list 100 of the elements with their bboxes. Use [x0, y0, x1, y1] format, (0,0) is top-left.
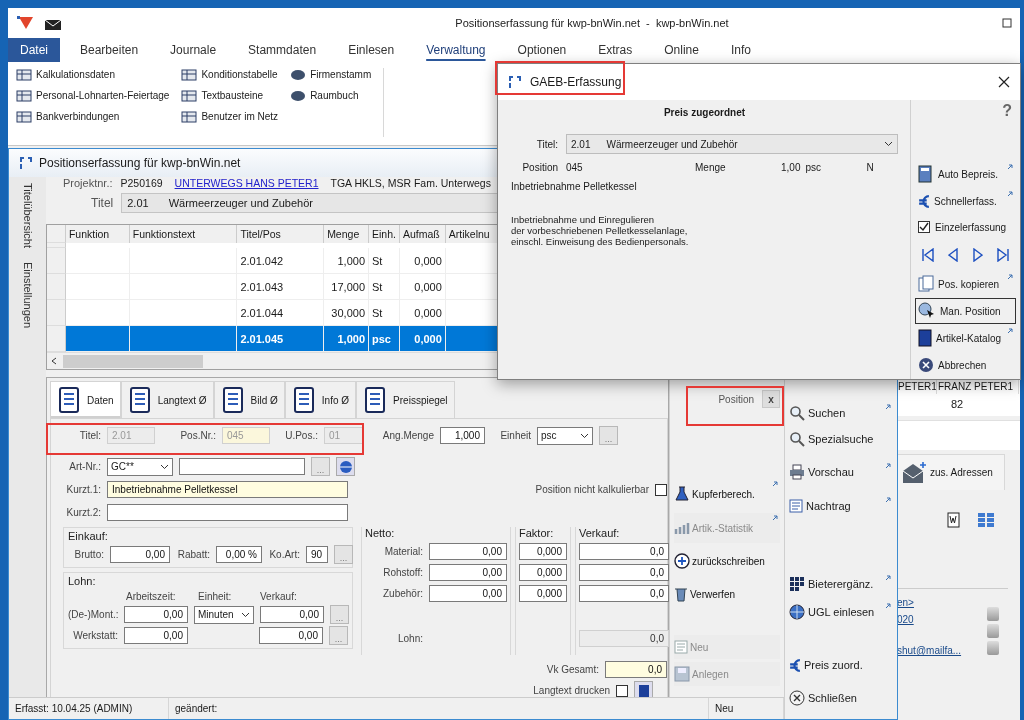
input-field[interactable]	[897, 420, 1020, 450]
form-tab[interactable]: Info Ø	[284, 381, 357, 418]
price-field[interactable]: 0,00	[429, 585, 507, 602]
price-field[interactable]: 0,0	[579, 543, 669, 560]
chevron-left-icon[interactable]	[51, 357, 57, 365]
customer-link[interactable]: UNTERWEGS HANS PETER1	[174, 177, 319, 189]
article-field[interactable]	[179, 458, 305, 475]
ribbon-item[interactable]: Bankverbindungen	[16, 108, 170, 125]
ribbon-item[interactable]: Konditionstabelle	[181, 66, 279, 83]
dialog-button[interactable]: Man. Position	[915, 298, 1016, 324]
more-button[interactable]: ...	[311, 457, 330, 476]
next-icon[interactable]	[972, 248, 983, 262]
ribbon-item[interactable]: Kalkulationsdaten	[16, 66, 170, 83]
price-field[interactable]: 0,00	[110, 546, 170, 563]
title-dropdown[interactable]: 2.01 Wärmeerzeuger und Zubehör	[566, 134, 898, 154]
form-tab[interactable]: Langtext Ø	[120, 381, 214, 418]
menu-tab[interactable]: Bearbeiten	[64, 38, 155, 62]
price-field[interactable]: 0,00	[429, 543, 507, 560]
word-document-icon[interactable]	[947, 512, 963, 528]
ribbon-item[interactable]: Firmenstamm	[290, 66, 372, 83]
globe-button[interactable]	[336, 457, 355, 476]
checkbox[interactable]	[918, 221, 930, 233]
form-tab[interactable]: Daten	[50, 381, 121, 418]
price-field[interactable]: 0,0	[579, 564, 669, 581]
quantity-field[interactable]: 1,000	[440, 427, 485, 444]
position-value: 045	[566, 162, 584, 173]
first-icon[interactable]	[922, 248, 935, 262]
last-icon[interactable]	[996, 248, 1009, 262]
factor-field[interactable]: 0,000	[519, 543, 567, 560]
address-tab[interactable]: zus. Adressen	[897, 454, 1005, 490]
ribbon-item[interactable]: Raumbuch	[290, 87, 372, 104]
form-tab[interactable]: Bild Ø	[213, 381, 285, 418]
command-button[interactable]: Preis zuord.	[789, 654, 893, 676]
more-button[interactable]: ...	[330, 605, 349, 624]
dialog-button[interactable]: Abbrechen	[915, 352, 1016, 378]
dialog-button[interactable]: Pos. kopieren	[915, 271, 1016, 297]
form-tab[interactable]: Preisspiegel	[356, 381, 455, 418]
grid-icon[interactable]	[977, 512, 995, 528]
action-button[interactable]: Kupferberech.	[674, 479, 780, 509]
more-button[interactable]: ...	[329, 626, 348, 645]
total-field[interactable]: 0,0	[605, 661, 667, 678]
field-label: Titel:	[78, 430, 101, 441]
unit-dropdown[interactable]: Minuten	[194, 605, 254, 624]
price-field[interactable]: 0,00	[259, 627, 323, 644]
close-icon	[789, 690, 805, 706]
previous-icon[interactable]	[948, 248, 959, 262]
menu-tab[interactable]: Online	[648, 38, 715, 62]
more-button[interactable]: ...	[599, 426, 618, 445]
action-button[interactable]: zurückschreiben	[674, 546, 780, 576]
menu-tab[interactable]: Journale	[154, 38, 233, 62]
ribbon-item[interactable]: Benutzer im Netz	[181, 108, 279, 125]
price-field[interactable]: 0,0	[579, 585, 669, 602]
cost-type-field[interactable]: 90	[306, 546, 328, 563]
command-button[interactable]: Nachtrag	[789, 495, 893, 517]
help-icon[interactable]: ?	[1002, 102, 1012, 120]
action-button[interactable]: Verwerfen	[674, 579, 780, 609]
menu-tab[interactable]: Stammdaten	[232, 38, 333, 62]
command-button[interactable]: Vorschau	[789, 461, 893, 483]
menu-tab[interactable]: Datei	[8, 38, 60, 62]
checkbox[interactable]	[655, 483, 667, 496]
menu-tab[interactable]: Verwaltung	[410, 38, 502, 62]
short-text-field[interactable]	[107, 504, 348, 521]
article-dropdown[interactable]: GC**	[107, 457, 173, 476]
check-icon	[919, 222, 929, 232]
dialog-button[interactable]: Schnellerfass.	[915, 188, 1016, 214]
dialog-button[interactable]: Auto Bepreis.	[915, 161, 1016, 187]
checkbox[interactable]	[616, 684, 628, 697]
corner-arrow-icon	[1007, 191, 1013, 197]
side-tab[interactable]: Titelübersicht	[21, 183, 34, 248]
command-button[interactable]: Suchen	[789, 402, 893, 424]
command-button[interactable]: Schließen	[789, 687, 893, 709]
command-button[interactable]: Spezialsuche	[789, 428, 893, 450]
price-field[interactable]: 0,0	[579, 630, 669, 647]
restore-icon[interactable]	[1002, 18, 1012, 28]
side-tab[interactable]: Einstellungen	[21, 262, 34, 329]
menu-tab[interactable]: Info	[714, 38, 767, 62]
menu-tab[interactable]: Optionen	[501, 38, 583, 62]
discount-field[interactable]: 0,00 %	[216, 546, 262, 563]
command-button[interactable]: UGL einlesen	[789, 601, 893, 623]
factor-field[interactable]: 0,000	[519, 585, 567, 602]
column-header: Aufmaß	[399, 225, 446, 243]
ribbon-item[interactable]: Textbausteine	[181, 87, 279, 104]
price-field[interactable]: 0,00	[260, 606, 324, 623]
menu-tab[interactable]: Extras	[582, 38, 649, 62]
time-field[interactable]: 0,00	[124, 627, 188, 644]
link[interactable]: shut@mailfa...	[897, 645, 983, 656]
ribbon-item[interactable]: Personal-Lohnarten-Feiertage	[16, 87, 170, 104]
time-field[interactable]: 0,00	[124, 606, 188, 623]
print-settings-button[interactable]	[634, 681, 653, 697]
price-field[interactable]: 0,00	[429, 564, 507, 581]
short-text-field[interactable]: Inbetriebnahme Pelletkessel	[107, 481, 348, 498]
more-button[interactable]: ...	[334, 545, 353, 564]
close-button[interactable]: x	[762, 390, 780, 408]
link[interactable]: 020	[897, 614, 983, 625]
menu-tab[interactable]: Einlesen	[332, 38, 411, 62]
unit-dropdown[interactable]: psc	[537, 426, 593, 445]
command-button[interactable]: Bieterergänz.	[789, 573, 893, 595]
close-icon[interactable]	[998, 76, 1010, 88]
factor-field[interactable]: 0,000	[519, 564, 567, 581]
dialog-button[interactable]: Artikel-Katalog	[915, 325, 1016, 351]
